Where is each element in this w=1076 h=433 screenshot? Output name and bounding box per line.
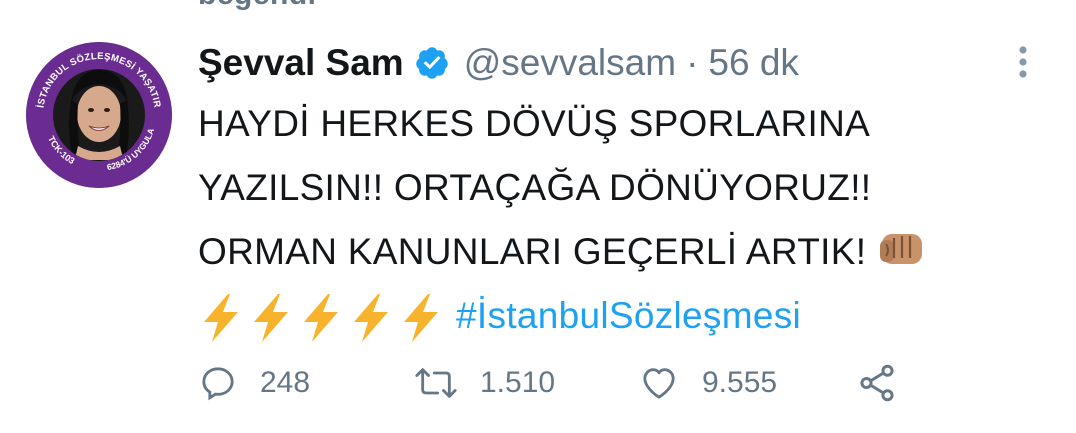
tweet-line-3-text: ORMAN KANUNLARI GEÇERLİ ARTIK! <box>198 231 867 272</box>
avatar-image: İSTANBUL SÖZLEŞMESİ YAŞATIR TCK-103 6284… <box>26 42 172 188</box>
bolt-emoji-icon <box>198 292 243 344</box>
separator-dot: · <box>686 42 699 83</box>
tweet-screen: beğendi İSTANBU <box>0 0 1076 433</box>
more-options-icon[interactable] <box>1010 42 1036 82</box>
reply-icon <box>202 367 234 401</box>
reply-count: 248 <box>260 366 311 399</box>
user-handle[interactable]: @sevvalsam <box>464 42 676 84</box>
tweet-header: Şevval Sam @sevvalsam · 56 dk <box>198 38 799 88</box>
bolt-emoji-icon <box>298 292 343 344</box>
retweet-count: 1.510 <box>480 366 556 399</box>
tweet-line-4: #İstanbulSözleşmesi <box>198 284 1058 348</box>
tweet-timestamp[interactable]: 56 dk <box>708 42 799 84</box>
hashtag-link[interactable]: #İstanbulSözleşmesi <box>456 295 801 336</box>
tweet-text: HAYDİ HERKES DÖVÜŞ SPORLARINA YAZILSIN!!… <box>198 92 1058 348</box>
display-name[interactable]: Şevval Sam <box>198 42 404 84</box>
avatar[interactable]: İSTANBUL SÖZLEŞMESİ YAŞATIR TCK-103 6284… <box>26 42 172 188</box>
share-icon <box>860 364 894 402</box>
bolt-emoji-icon <box>398 292 443 344</box>
fist-emoji-icon <box>876 226 926 266</box>
heart-icon <box>643 368 675 399</box>
verified-badge-icon <box>414 45 450 81</box>
tweet-line-2: YAZILSIN!! ORTAÇAĞA DÖNÜYORUZ!! <box>198 167 872 208</box>
retweet-icon <box>415 368 457 398</box>
tweet-action-bar: 248 1.510 9.555 <box>198 358 918 408</box>
bolt-emoji-icon <box>248 292 293 344</box>
bolt-emoji-icon <box>348 292 393 344</box>
tweet-line-3: ORMAN KANUNLARI GEÇERLİ ARTIK! <box>198 220 1058 284</box>
share-button[interactable] <box>856 358 898 408</box>
like-count: 9.555 <box>702 366 778 399</box>
like-button[interactable]: 9.555 <box>638 358 777 408</box>
bolt-emoji-row <box>198 292 448 344</box>
reply-button[interactable]: 248 <box>198 358 310 408</box>
tweet-line-1: HAYDİ HERKES DÖVÜŞ SPORLARINA <box>198 103 871 144</box>
social-context-label: beğendi <box>198 0 317 12</box>
retweet-button[interactable]: 1.510 <box>414 358 555 408</box>
